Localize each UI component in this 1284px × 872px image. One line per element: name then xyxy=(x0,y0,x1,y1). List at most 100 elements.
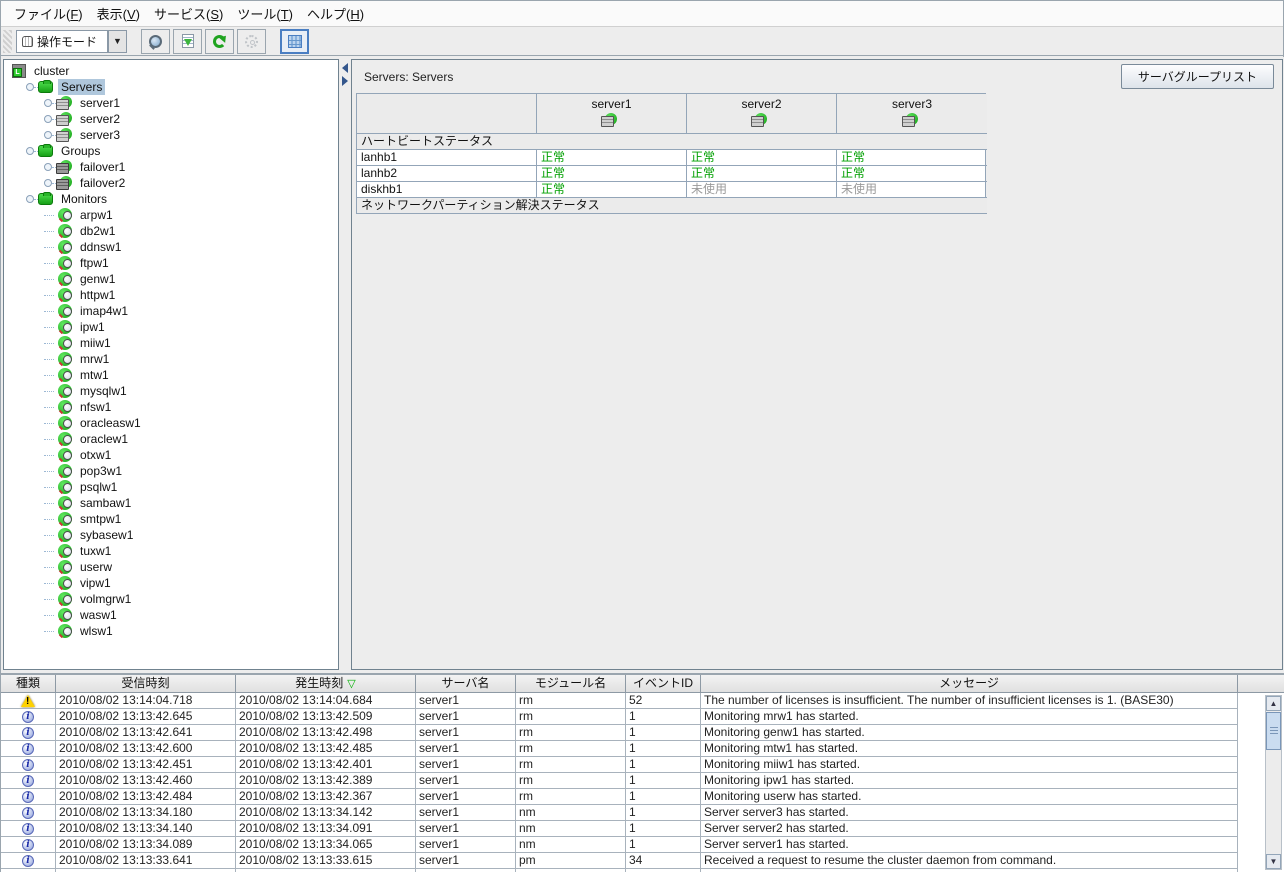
log-cell-received: 2010/08/02 13:14:04.718 xyxy=(56,693,236,709)
menu-item-f[interactable]: ファイル(F) xyxy=(7,1,90,26)
log-row[interactable]: i2010/08/02 13:13:42.6002010/08/02 13:13… xyxy=(1,741,1284,757)
menu-item-h[interactable]: ヘルプ(H) xyxy=(300,1,371,26)
log-row[interactable]: i2010/08/02 13:13:34.1802010/08/02 13:13… xyxy=(1,805,1284,821)
collect-logs-button[interactable] xyxy=(173,29,202,54)
tree-item-server3[interactable]: server3 xyxy=(4,127,338,143)
log-col-received[interactable]: 受信時刻 xyxy=(56,675,236,693)
tree-item-nfsw1[interactable]: nfsw1 xyxy=(4,399,338,415)
tree-expand-handle-icon[interactable] xyxy=(26,195,34,203)
log-row[interactable]: i2010/08/02 13:13:42.6452010/08/02 13:13… xyxy=(1,709,1284,725)
menu-item-s[interactable]: サービス(S) xyxy=(147,1,230,26)
tree-item-label: sybasew1 xyxy=(77,527,136,543)
tree-item-Groups[interactable]: Groups xyxy=(4,143,338,159)
log-row[interactable]: i2010/08/02 13:13:42.6412010/08/02 13:13… xyxy=(1,725,1284,741)
tree-item-smtpw1[interactable]: smtpw1 xyxy=(4,511,338,527)
log-col-eventid[interactable]: イベントID xyxy=(626,675,701,693)
log-col-occurred[interactable]: 発生時刻▽ xyxy=(236,675,416,693)
tree-item-mtw1[interactable]: mtw1 xyxy=(4,367,338,383)
operation-mode-combo[interactable]: 操作モード xyxy=(16,30,108,53)
log-row[interactable]: i2010/08/02 13:13:42.4512010/08/02 13:13… xyxy=(1,757,1284,773)
tree-item-userw[interactable]: userw xyxy=(4,559,338,575)
tree-item-tuxw1[interactable]: tuxw1 xyxy=(4,543,338,559)
tree-expand-handle-icon[interactable] xyxy=(26,147,34,155)
collapse-right-icon[interactable] xyxy=(342,76,348,86)
content-area: LclusterServersserver1server2server3Grou… xyxy=(1,57,1284,673)
log-row[interactable]: i2010/08/02 13:13:42.4842010/08/02 13:13… xyxy=(1,789,1284,805)
tree-item-oraclew1[interactable]: oraclew1 xyxy=(4,431,338,447)
tree-item-server2[interactable]: server2 xyxy=(4,111,338,127)
log-row[interactable]: i2010/08/02 13:13:34.0892010/08/02 13:13… xyxy=(1,837,1284,853)
reload-button[interactable] xyxy=(205,29,234,54)
tree-item-Servers[interactable]: Servers xyxy=(4,79,338,95)
log-col-server[interactable]: サーバ名 xyxy=(416,675,516,693)
tree-item-mrw1[interactable]: mrw1 xyxy=(4,351,338,367)
tree-expand-handle-icon[interactable] xyxy=(44,179,52,187)
tree-item-otxw1[interactable]: otxw1 xyxy=(4,447,338,463)
tree-item-failover1[interactable]: failover1 xyxy=(4,159,338,175)
tree-item-miiw1[interactable]: miiw1 xyxy=(4,335,338,351)
tree-item-server1[interactable]: server1 xyxy=(4,95,338,111)
toolbar-grip[interactable] xyxy=(3,30,12,53)
tree-item-db2w1[interactable]: db2w1 xyxy=(4,223,338,239)
tree-connector xyxy=(44,311,54,312)
scroll-down-icon[interactable]: ▼ xyxy=(1266,854,1281,869)
tree-item-imap4w1[interactable]: imap4w1 xyxy=(4,303,338,319)
tree-item-httpw1[interactable]: httpw1 xyxy=(4,287,338,303)
tree-item-genw1[interactable]: genw1 xyxy=(4,271,338,287)
tree-item-wasw1[interactable]: wasw1 xyxy=(4,607,338,623)
operation-mode-dropdown-button[interactable]: ▼ xyxy=(108,30,127,53)
tree-item-sambaw1[interactable]: sambaw1 xyxy=(4,495,338,511)
status-value: 正常 xyxy=(837,150,987,166)
log-row[interactable]: i2010/08/02 13:13:42.4602010/08/02 13:13… xyxy=(1,773,1284,789)
tree-item-psqlw1[interactable]: psqlw1 xyxy=(4,479,338,495)
tree-item-arpw1[interactable]: arpw1 xyxy=(4,207,338,223)
tree-expand-handle-icon[interactable] xyxy=(26,83,34,91)
menu-item-v[interactable]: 表示(V) xyxy=(90,1,147,26)
tree-item-pop3w1[interactable]: pop3w1 xyxy=(4,463,338,479)
tree-item-ftpw1[interactable]: ftpw1 xyxy=(4,255,338,271)
toolbar: 操作モード ▼ xyxy=(1,27,1283,56)
log-cell-occurred: 2010/08/02 13:13:34.091 xyxy=(236,821,416,837)
tree-item-volmgrw1[interactable]: volmgrw1 xyxy=(4,591,338,607)
menu-item-t[interactable]: ツール(T) xyxy=(230,1,300,26)
tree-expand-handle-icon[interactable] xyxy=(44,131,52,139)
log-cell-received: 2010/08/02 13:13:34.089 xyxy=(56,837,236,853)
log-col-message[interactable]: メッセージ xyxy=(701,675,1238,693)
integrated-manager-button[interactable] xyxy=(280,29,309,54)
server-icon xyxy=(56,96,72,110)
scroll-up-icon[interactable]: ▲ xyxy=(1266,696,1281,711)
options-button[interactable] xyxy=(237,29,266,54)
collapse-left-icon[interactable] xyxy=(342,63,348,73)
search-button[interactable] xyxy=(141,29,170,54)
tree-item-cluster[interactable]: Lcluster xyxy=(4,63,338,79)
log-row[interactable]: i2010/08/02 13:13:33.6412010/08/02 13:13… xyxy=(1,853,1284,869)
splitpane-divider[interactable] xyxy=(341,59,350,670)
server-group-list-button[interactable]: サーバグループリスト xyxy=(1121,64,1274,89)
monitor-icon xyxy=(58,256,72,270)
tree-item-wlsw1[interactable]: wlsw1 xyxy=(4,623,338,639)
monitor-icon xyxy=(58,592,72,606)
tree-item-ipw1[interactable]: ipw1 xyxy=(4,319,338,335)
scrollbar-thumb[interactable] xyxy=(1266,712,1281,750)
tree-item-sybasew1[interactable]: sybasew1 xyxy=(4,527,338,543)
tree-item-mysqlw1[interactable]: mysqlw1 xyxy=(4,383,338,399)
tree-item-label: failover1 xyxy=(77,159,128,175)
tree-item-label: Groups xyxy=(58,143,103,159)
tree-item-vipw1[interactable]: vipw1 xyxy=(4,575,338,591)
log-cell-received: 2010/08/02 13:13:42.645 xyxy=(56,709,236,725)
log-col-module[interactable]: モジュール名 xyxy=(516,675,626,693)
log-row[interactable]: i2010/08/02 13:13:34.1402010/08/02 13:13… xyxy=(1,821,1284,837)
tree-expand-handle-icon[interactable] xyxy=(44,115,52,123)
tree-item-failover2[interactable]: failover2 xyxy=(4,175,338,191)
log-row[interactable]: 2010/08/02 13:14:04.7182010/08/02 13:14:… xyxy=(1,693,1284,709)
tree-expand-handle-icon[interactable] xyxy=(44,99,52,107)
tree-connector xyxy=(44,359,54,360)
log-col-type[interactable]: 種類 xyxy=(1,675,56,693)
tree-connector xyxy=(44,567,54,568)
tree-connector xyxy=(44,599,54,600)
tree-item-oracleasw1[interactable]: oracleasw1 xyxy=(4,415,338,431)
tree-item-ddnsw1[interactable]: ddnsw1 xyxy=(4,239,338,255)
log-vertical-scrollbar[interactable]: ▲ ▼ xyxy=(1265,695,1282,870)
tree-expand-handle-icon[interactable] xyxy=(44,163,52,171)
tree-item-Monitors[interactable]: Monitors xyxy=(4,191,338,207)
